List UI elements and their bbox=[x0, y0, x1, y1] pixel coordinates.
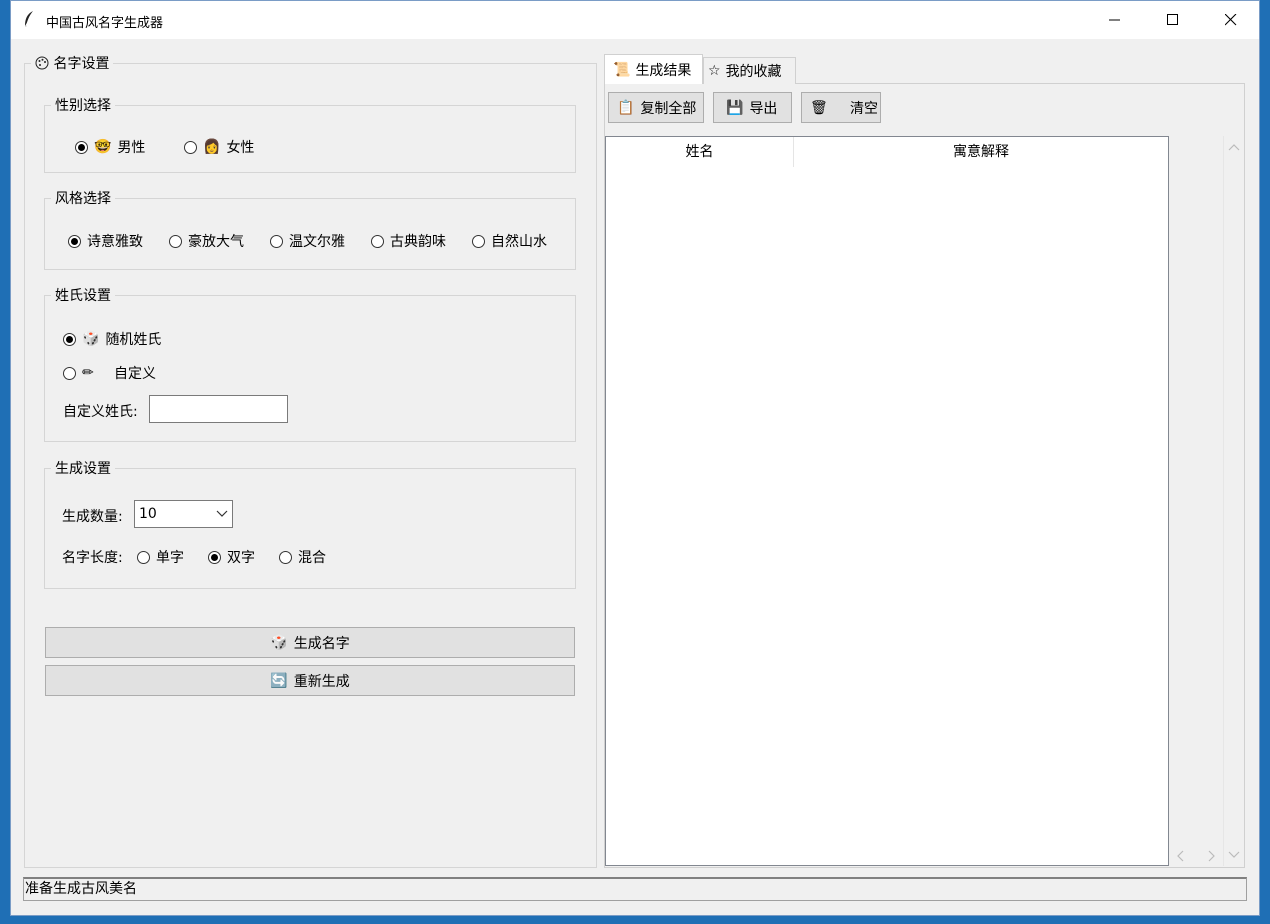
feather-icon bbox=[23, 10, 35, 32]
export-button[interactable]: 💾 导出 bbox=[713, 92, 792, 123]
dice-icon: 🎲 bbox=[82, 331, 100, 347]
style-group-title: 风格选择 bbox=[55, 191, 111, 207]
count-label: 生成数量: bbox=[62, 509, 123, 525]
scroll-icon: 📜 bbox=[613, 61, 631, 78]
vertical-scrollbar[interactable] bbox=[1223, 136, 1243, 866]
surname-custom-label: 自定义 bbox=[114, 366, 156, 382]
scroll-up-arrow-icon[interactable] bbox=[1228, 140, 1240, 156]
radio-indicator bbox=[472, 234, 485, 248]
dice-icon: 🎲 bbox=[270, 634, 288, 651]
pencil-icon: ✏ bbox=[82, 365, 94, 381]
column-header-meaning[interactable]: 寓意解释 bbox=[794, 137, 1168, 167]
trash-icon: 🗑 bbox=[810, 99, 828, 116]
column-header-name[interactable]: 姓名 bbox=[606, 137, 794, 167]
length-double-radio[interactable]: 双字 bbox=[208, 547, 255, 567]
surname-random-radio[interactable]: 🎲 随机姓氏 bbox=[63, 329, 161, 349]
count-select[interactable]: 10 bbox=[134, 500, 233, 528]
style-option-gentle[interactable]: 温文尔雅 bbox=[270, 231, 345, 251]
style-option-nature[interactable]: 自然山水 bbox=[472, 231, 547, 251]
star-icon: ☆ bbox=[708, 63, 721, 79]
style-option-poetic[interactable]: 诗意雅致 bbox=[68, 231, 143, 251]
close-button[interactable] bbox=[1202, 1, 1260, 39]
window-title: 中国古风名字生成器 bbox=[46, 16, 164, 31]
surname-custom-radio[interactable]: ✏ 自定义 bbox=[63, 363, 156, 383]
title-bar: 中国古风名字生成器 bbox=[11, 1, 1259, 39]
scroll-right-arrow-icon[interactable] bbox=[1207, 850, 1217, 866]
generate-settings-title: 生成设置 bbox=[55, 461, 111, 477]
minimize-button[interactable] bbox=[1086, 1, 1144, 39]
maximize-button[interactable] bbox=[1144, 1, 1202, 39]
generate-names-button[interactable]: 🎲 生成名字 bbox=[45, 627, 575, 658]
gender-group: 性别选择 bbox=[44, 95, 576, 173]
custom-surname-input[interactable] bbox=[149, 395, 288, 423]
gender-female-label: 女性 bbox=[226, 140, 255, 156]
gender-male-radio[interactable]: 🤓 男性 bbox=[75, 137, 145, 157]
chevron-down-icon bbox=[216, 502, 228, 536]
clear-button[interactable]: 🗑 清空 bbox=[801, 92, 881, 123]
radio-indicator bbox=[371, 234, 384, 248]
radio-indicator bbox=[270, 234, 283, 248]
clipboard-icon: 📋 bbox=[617, 99, 635, 116]
style-option-classic[interactable]: 古典韵味 bbox=[371, 231, 446, 251]
horizontal-scrollbar[interactable] bbox=[1171, 846, 1221, 864]
radio-indicator bbox=[208, 550, 221, 564]
style-group: 风格选择 bbox=[44, 188, 576, 270]
scroll-down-arrow-icon[interactable] bbox=[1228, 848, 1240, 864]
style-options-row: 诗意雅致 豪放大气 温文尔雅 古典韵味 自然山水 bbox=[68, 231, 551, 253]
gender-group-title: 性别选择 bbox=[55, 98, 111, 114]
length-mixed-radio[interactable]: 混合 bbox=[279, 547, 326, 567]
copy-all-button[interactable]: 📋 复制全部 bbox=[608, 92, 704, 123]
radio-indicator bbox=[169, 234, 182, 248]
tab-favorites[interactable]: ☆ 我的收藏 bbox=[703, 57, 796, 84]
generate-settings-group: 生成设置 bbox=[44, 458, 576, 589]
nerd-face-icon: 🤓 bbox=[94, 139, 112, 155]
app-window: 中国古风名字生成器 名字设置 性别选择 🤓 男性 👩 女性 风格选择 诗意雅致 … bbox=[10, 0, 1260, 916]
radio-indicator bbox=[137, 550, 150, 564]
palette-icon bbox=[35, 56, 53, 72]
custom-surname-label: 自定义姓氏: bbox=[63, 404, 138, 420]
name-settings-title: 名字设置 bbox=[31, 53, 113, 73]
maximize-icon bbox=[1167, 14, 1178, 25]
radio-indicator bbox=[279, 550, 292, 564]
gender-female-radio[interactable]: 👩 女性 bbox=[184, 137, 254, 157]
radio-indicator bbox=[63, 332, 76, 346]
radio-indicator bbox=[184, 140, 197, 154]
count-select-value: 10 bbox=[139, 506, 157, 522]
floppy-disk-icon: 💾 bbox=[726, 99, 744, 116]
length-single-radio[interactable]: 单字 bbox=[137, 547, 184, 567]
tab-results[interactable]: 📜 生成结果 bbox=[604, 54, 703, 84]
close-icon bbox=[1225, 14, 1237, 26]
length-label: 名字长度: bbox=[62, 550, 123, 566]
woman-icon: 👩 bbox=[203, 139, 221, 155]
scroll-left-arrow-icon[interactable] bbox=[1175, 850, 1185, 866]
regenerate-button[interactable]: 🔄 重新生成 bbox=[45, 665, 575, 696]
surname-group-title: 姓氏设置 bbox=[55, 288, 111, 304]
gender-male-label: 男性 bbox=[117, 140, 146, 156]
results-table[interactable]: 姓名 寓意解释 bbox=[605, 136, 1169, 866]
radio-indicator bbox=[63, 366, 76, 380]
minimize-icon bbox=[1109, 19, 1120, 21]
refresh-icon: 🔄 bbox=[270, 672, 288, 689]
radio-indicator bbox=[68, 234, 81, 248]
status-bar: 准备生成古风美名 bbox=[23, 877, 1247, 901]
surname-random-label: 随机姓氏 bbox=[105, 332, 162, 348]
style-option-bold[interactable]: 豪放大气 bbox=[169, 231, 244, 251]
radio-indicator bbox=[75, 140, 88, 154]
